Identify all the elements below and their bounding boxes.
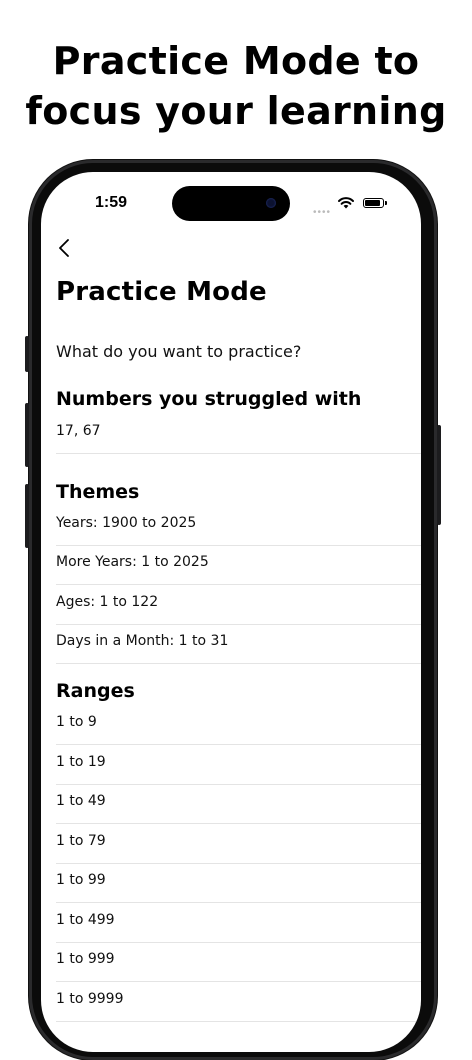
list-item-label: 1 to 499: [56, 912, 115, 928]
range-item-1-9[interactable]: 1 to 9: [56, 706, 421, 745]
theme-item-years[interactable]: Years: 1900 to 2025: [56, 507, 421, 546]
power-button: [437, 425, 441, 525]
camera-icon: [266, 198, 276, 208]
list-item-label: Days in a Month: 1 to 31: [56, 633, 229, 649]
list-item-label: 1 to 99: [56, 872, 106, 888]
range-item-1-49[interactable]: 1 to 49: [56, 785, 421, 824]
theme-item-ages[interactable]: Ages: 1 to 122: [56, 586, 421, 625]
volume-down-button: [25, 484, 29, 548]
status-time: 1:59: [95, 194, 128, 211]
list-item-label: 1 to 999: [56, 951, 115, 967]
back-chevron-icon[interactable]: [55, 236, 75, 260]
theme-item-days-in-month[interactable]: Days in a Month: 1 to 31: [56, 625, 421, 664]
range-item-1-79[interactable]: 1 to 79: [56, 825, 421, 864]
cellular-signal-icon: ••••: [313, 207, 332, 218]
list-item-label: More Years: 1 to 2025: [56, 554, 209, 570]
ranges-section-title: Ranges: [56, 680, 135, 702]
list-item-label: 1 to 79: [56, 833, 106, 849]
list-item-label: 1 to 9999: [56, 991, 124, 1007]
phone-screen: 1:59 •••• Practice Mode What do you want…: [41, 172, 421, 1052]
wifi-icon: [338, 197, 354, 209]
range-item-1-999[interactable]: 1 to 999: [56, 943, 421, 982]
practice-prompt: What do you want to practice?: [56, 342, 302, 361]
range-item-1-499[interactable]: 1 to 499: [56, 904, 421, 943]
themes-section-title: Themes: [56, 481, 140, 503]
range-item-1-99[interactable]: 1 to 99: [56, 864, 421, 903]
battery-icon: [363, 198, 387, 208]
list-item-label: Ages: 1 to 122: [56, 594, 159, 610]
struggled-numbers-row[interactable]: 17, 67: [56, 415, 421, 454]
theme-item-more-years[interactable]: More Years: 1 to 2025: [56, 546, 421, 585]
struggled-section-title: Numbers you struggled with: [56, 388, 362, 410]
page-title: Practice Mode: [56, 277, 267, 307]
list-item-label: Years: 1900 to 2025: [56, 515, 197, 531]
struggled-numbers-value: 17, 67: [56, 423, 101, 439]
range-item-1-19[interactable]: 1 to 19: [56, 746, 421, 785]
volume-up-button: [25, 403, 29, 467]
headline-line-1: Practice Mode to: [52, 39, 420, 83]
list-item-label: 1 to 9: [56, 714, 97, 730]
list-item-label: 1 to 49: [56, 793, 106, 809]
range-item-1-9999[interactable]: 1 to 9999: [56, 983, 421, 1022]
headline-line-2: focus your learning: [25, 89, 447, 133]
list-item-label: 1 to 19: [56, 754, 106, 770]
action-button: [25, 336, 29, 372]
marketing-headline: Practice Mode to focus your learning: [0, 36, 472, 136]
dynamic-island: [172, 186, 290, 221]
